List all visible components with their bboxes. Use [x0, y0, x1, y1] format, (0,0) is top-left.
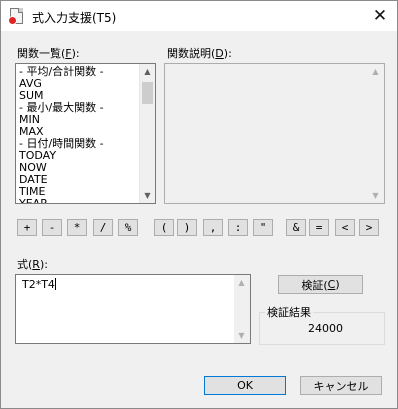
operator-button-plus[interactable]: + [17, 219, 37, 236]
function-list-item[interactable]: YEAR [18, 198, 140, 204]
operator-button-percent[interactable]: % [118, 219, 138, 236]
function-list-label: 関数一覧(F): [17, 47, 80, 60]
formula-assist-dialog: 式入力支援(T5) ✕ 関数一覧(F): 関数説明(D): - 平均/合計関数 … [0, 0, 398, 409]
document-app-icon [8, 8, 23, 25]
operator-button-less-than[interactable]: < [335, 219, 355, 236]
scroll-up-icon[interactable]: ▲ [368, 64, 383, 79]
operator-button-close-paren[interactable]: ) [177, 219, 197, 236]
scroll-down-icon[interactable]: ▼ [368, 188, 383, 203]
operator-button-multiply[interactable]: * [67, 219, 87, 236]
function-list[interactable]: - 平均/合計関数 - AVG SUM - 最小/最大関数 - MIN MAX - 日付/時… [15, 63, 156, 204]
operator-button-equals[interactable]: = [309, 219, 329, 236]
operator-button-divide[interactable]: / [93, 219, 113, 236]
formula-value: T2*T4 [22, 278, 55, 291]
ok-button[interactable]: OK [204, 376, 286, 395]
scroll-up-icon[interactable]: ▲ [234, 275, 249, 290]
title-bar: 式入力支援(T5) ✕ [1, 1, 397, 31]
verify-result-label: 検証結果 [265, 304, 313, 320]
cancel-button[interactable]: キャンセル [300, 376, 382, 395]
scroll-down-icon[interactable]: ▼ [140, 188, 155, 203]
verify-result-value: 24000 [308, 322, 343, 335]
function-description-box: ▲ ▼ [164, 63, 385, 204]
verify-button[interactable]: 検証(C) [278, 275, 363, 294]
operator-button-comma[interactable]: , [203, 219, 223, 236]
scroll-up-icon[interactable]: ▲ [140, 64, 155, 79]
operator-button-ampersand[interactable]: & [286, 219, 306, 236]
operator-button-quote[interactable]: " [253, 219, 273, 236]
formula-scrollbar[interactable]: ▲ ▼ [234, 275, 250, 343]
operator-button-minus[interactable]: - [42, 219, 62, 236]
scroll-down-icon[interactable]: ▼ [234, 328, 249, 343]
close-icon[interactable]: ✕ [363, 1, 397, 31]
window-title: 式入力支援(T5) [32, 11, 117, 25]
formula-label: 式(R): [17, 258, 48, 271]
scroll-thumb[interactable] [142, 82, 153, 104]
description-scrollbar[interactable]: ▲ ▼ [368, 64, 384, 203]
operator-button-colon[interactable]: : [228, 219, 248, 236]
operator-button-open-paren[interactable]: ( [154, 219, 174, 236]
function-list-scrollbar[interactable]: ▲ ▼ [139, 64, 155, 203]
operator-button-greater-than[interactable]: > [359, 219, 379, 236]
formula-input[interactable]: T2*T4 ▲ ▼ [15, 274, 251, 344]
function-description-label: 関数説明(D): [167, 47, 232, 60]
